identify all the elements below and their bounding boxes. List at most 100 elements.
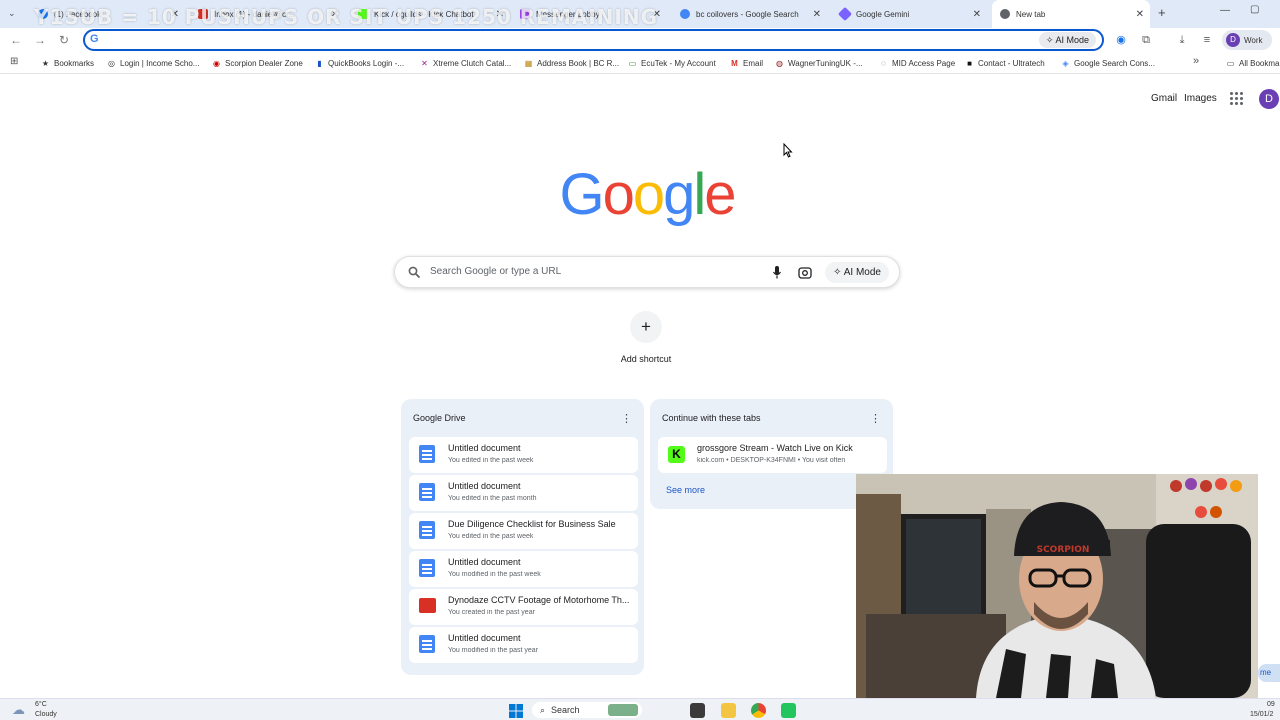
extension-badge-icon[interactable]: ◉ [1113, 32, 1129, 48]
windows-taskbar: ☁ 6°C Cloudy ⌕ Search 09 15/01/2 [0, 698, 1280, 720]
drive-item-subtitle: You created in the past year [448, 609, 535, 616]
file-explorer-icon[interactable] [721, 703, 736, 718]
tab-search-icon[interactable]: ⌄ [8, 8, 16, 19]
tab-title: New tab [1016, 9, 1046, 19]
all-bookmarks[interactable]: ▭ All Bookmarks [1226, 57, 1280, 69]
microphone-icon[interactable] [772, 265, 782, 280]
lens-icon[interactable] [798, 266, 812, 280]
search-box[interactable]: Search Google or type a URL ✧ AI Mode [394, 256, 900, 288]
globe-icon: ◌ [881, 58, 886, 68]
google-apps-icon[interactable] [1230, 92, 1244, 106]
bookmark-label: Email [743, 58, 764, 68]
new-tab-button[interactable]: + [1158, 5, 1166, 20]
drive-item-subtitle: You edited in the past week [448, 533, 534, 540]
minimize-icon[interactable]: — [1220, 5, 1230, 16]
ai-mode-button[interactable]: ✧ AI Mode [825, 262, 889, 283]
bookmark-item[interactable]: M Email [730, 57, 763, 69]
bookmark-item[interactable]: ★ Bookmarks [41, 57, 94, 69]
omnibox-ai-mode-button[interactable]: ✧ AI Mode [1038, 32, 1096, 48]
drive-item[interactable]: Due Diligence Checklist for Business Sal… [409, 513, 638, 549]
download-icon[interactable]: ⤓ [1174, 32, 1190, 48]
more-options-icon[interactable]: ⋮ [621, 412, 632, 425]
close-icon[interactable]: ✕ [1136, 9, 1144, 20]
bookmark-item[interactable]: ◌ MID Access Page [879, 57, 955, 69]
chrome-icon[interactable] [751, 703, 766, 718]
drive-item-subtitle: You modified in the past week [448, 571, 541, 578]
forward-icon[interactable]: → [31, 31, 49, 49]
folder-icon: ▭ [1226, 58, 1235, 68]
weather-desc: Cloudy [35, 711, 57, 718]
continue-item-subtitle: kick.com • DESKTOP-K34FNMI • You visit o… [697, 457, 846, 464]
bookmark-item[interactable]: ◈ Google Search Cons... [1061, 57, 1155, 69]
search-icon [408, 266, 421, 279]
google-logo: Google [559, 162, 736, 227]
bookmark-item[interactable]: ◎ Login | Income Scho... [107, 57, 199, 69]
docs-icon [419, 635, 435, 653]
bookmark-item[interactable]: ▭ EcuTek - My Account [628, 57, 716, 69]
close-icon[interactable]: ✕ [813, 9, 821, 20]
windows-start-icon[interactable] [509, 704, 523, 718]
reload-icon[interactable]: ↻ [55, 31, 73, 49]
taskbar-search-label: Search [551, 705, 580, 715]
gmail-icon: M [731, 58, 738, 68]
search-console-icon: ◈ [1062, 58, 1069, 68]
maximize-icon[interactable]: ▢ [1250, 4, 1259, 15]
more-options-icon[interactable]: ⋮ [870, 412, 881, 425]
drive-item-title: Untitled document [448, 481, 521, 491]
bookmark-item[interactable]: ▦ Address Book | BC R... [524, 57, 619, 69]
income-school-icon: ◎ [108, 58, 115, 68]
webcam-overlay: SCORPION [856, 474, 1258, 698]
drive-item-subtitle: You edited in the past week [448, 457, 534, 464]
close-icon[interactable]: ✕ [973, 9, 981, 20]
add-shortcut-label: Add shortcut [620, 354, 672, 364]
tab-gemini[interactable]: Google Gemini ✕ [832, 0, 987, 28]
drive-item-subtitle: You edited in the past month [448, 495, 537, 502]
bookmark-item[interactable]: ✕ Xtreme Clutch Catal... [420, 57, 511, 69]
all-bookmarks-label: All Bookmarks [1239, 58, 1280, 68]
bookmarks-overflow-icon[interactable]: » [1193, 55, 1199, 67]
app-icon[interactable] [781, 703, 796, 718]
account-avatar[interactable]: D [1259, 89, 1279, 109]
tab-google-search[interactable]: bc coilovers - Google Search ✕ [672, 0, 827, 28]
bookmark-label: Login | Income Scho... [120, 58, 200, 68]
drive-item[interactable]: Untitled document You edited in the past… [409, 437, 638, 473]
task-view-icon[interactable] [690, 703, 705, 718]
wagner-icon: ◍ [776, 58, 783, 68]
reading-list-icon[interactable]: ≡ [1199, 32, 1215, 48]
webcam-feed-image: SCORPION [856, 474, 1258, 698]
bookmark-item[interactable]: ◍ WagnerTuningUK -... [775, 57, 863, 69]
drive-item-subtitle: You modified in the past year [448, 647, 539, 654]
extensions-icon[interactable]: ⧉ [1138, 32, 1154, 48]
ultratech-icon: ■ [967, 58, 972, 68]
bookmark-label: MID Access Page [892, 58, 956, 68]
tab-title: bc coilovers - Google Search [696, 9, 799, 19]
drive-item[interactable]: Untitled document You modified in the pa… [409, 627, 638, 663]
apps-grid-icon[interactable]: ⊞ [10, 56, 18, 67]
customize-button-partial[interactable]: me [1258, 664, 1280, 682]
chrome-icon [1000, 9, 1010, 19]
bookmark-label: Contact - Ultratech [978, 58, 1045, 68]
taskbar-search[interactable]: ⌕ Search [532, 702, 642, 718]
drive-item-title: Untitled document [448, 443, 521, 453]
address-bar[interactable]: G ✧ AI Mode [83, 29, 1104, 51]
xtreme-clutch-icon: ✕ [421, 58, 428, 68]
images-link[interactable]: Images [1184, 93, 1217, 104]
continue-item-title: grossgore Stream - Watch Live on Kick [697, 443, 853, 453]
back-icon[interactable]: ← [7, 31, 25, 49]
add-shortcut-button[interactable]: + [630, 311, 662, 343]
continue-tab-item[interactable]: K grossgore Stream - Watch Live on Kick … [658, 437, 887, 473]
docs-icon [419, 483, 435, 501]
drive-item[interactable]: Untitled document You edited in the past… [409, 475, 638, 511]
drive-item[interactable]: Untitled document You modified in the pa… [409, 551, 638, 587]
gmail-link[interactable]: Gmail [1151, 93, 1177, 104]
bc-racing-icon: ▦ [524, 58, 533, 68]
search-placeholder: Search Google or type a URL [430, 266, 562, 277]
bookmark-item[interactable]: ■ Contact - Ultratech [965, 57, 1045, 69]
tab-new-tab[interactable]: New tab ✕ [992, 0, 1150, 28]
see-more-link[interactable]: See more [666, 485, 705, 495]
drive-item[interactable]: Dynodaze CCTV Footage of Motorhome Th...… [409, 589, 638, 625]
bookmark-item[interactable]: ▮ QuickBooks Login -... [315, 57, 404, 69]
profile-chip[interactable]: D Work [1222, 30, 1272, 50]
bookmark-item[interactable]: ◉ Scorpion Dealer Zone [212, 57, 303, 69]
svg-text:SCORPION: SCORPION [1037, 545, 1090, 555]
